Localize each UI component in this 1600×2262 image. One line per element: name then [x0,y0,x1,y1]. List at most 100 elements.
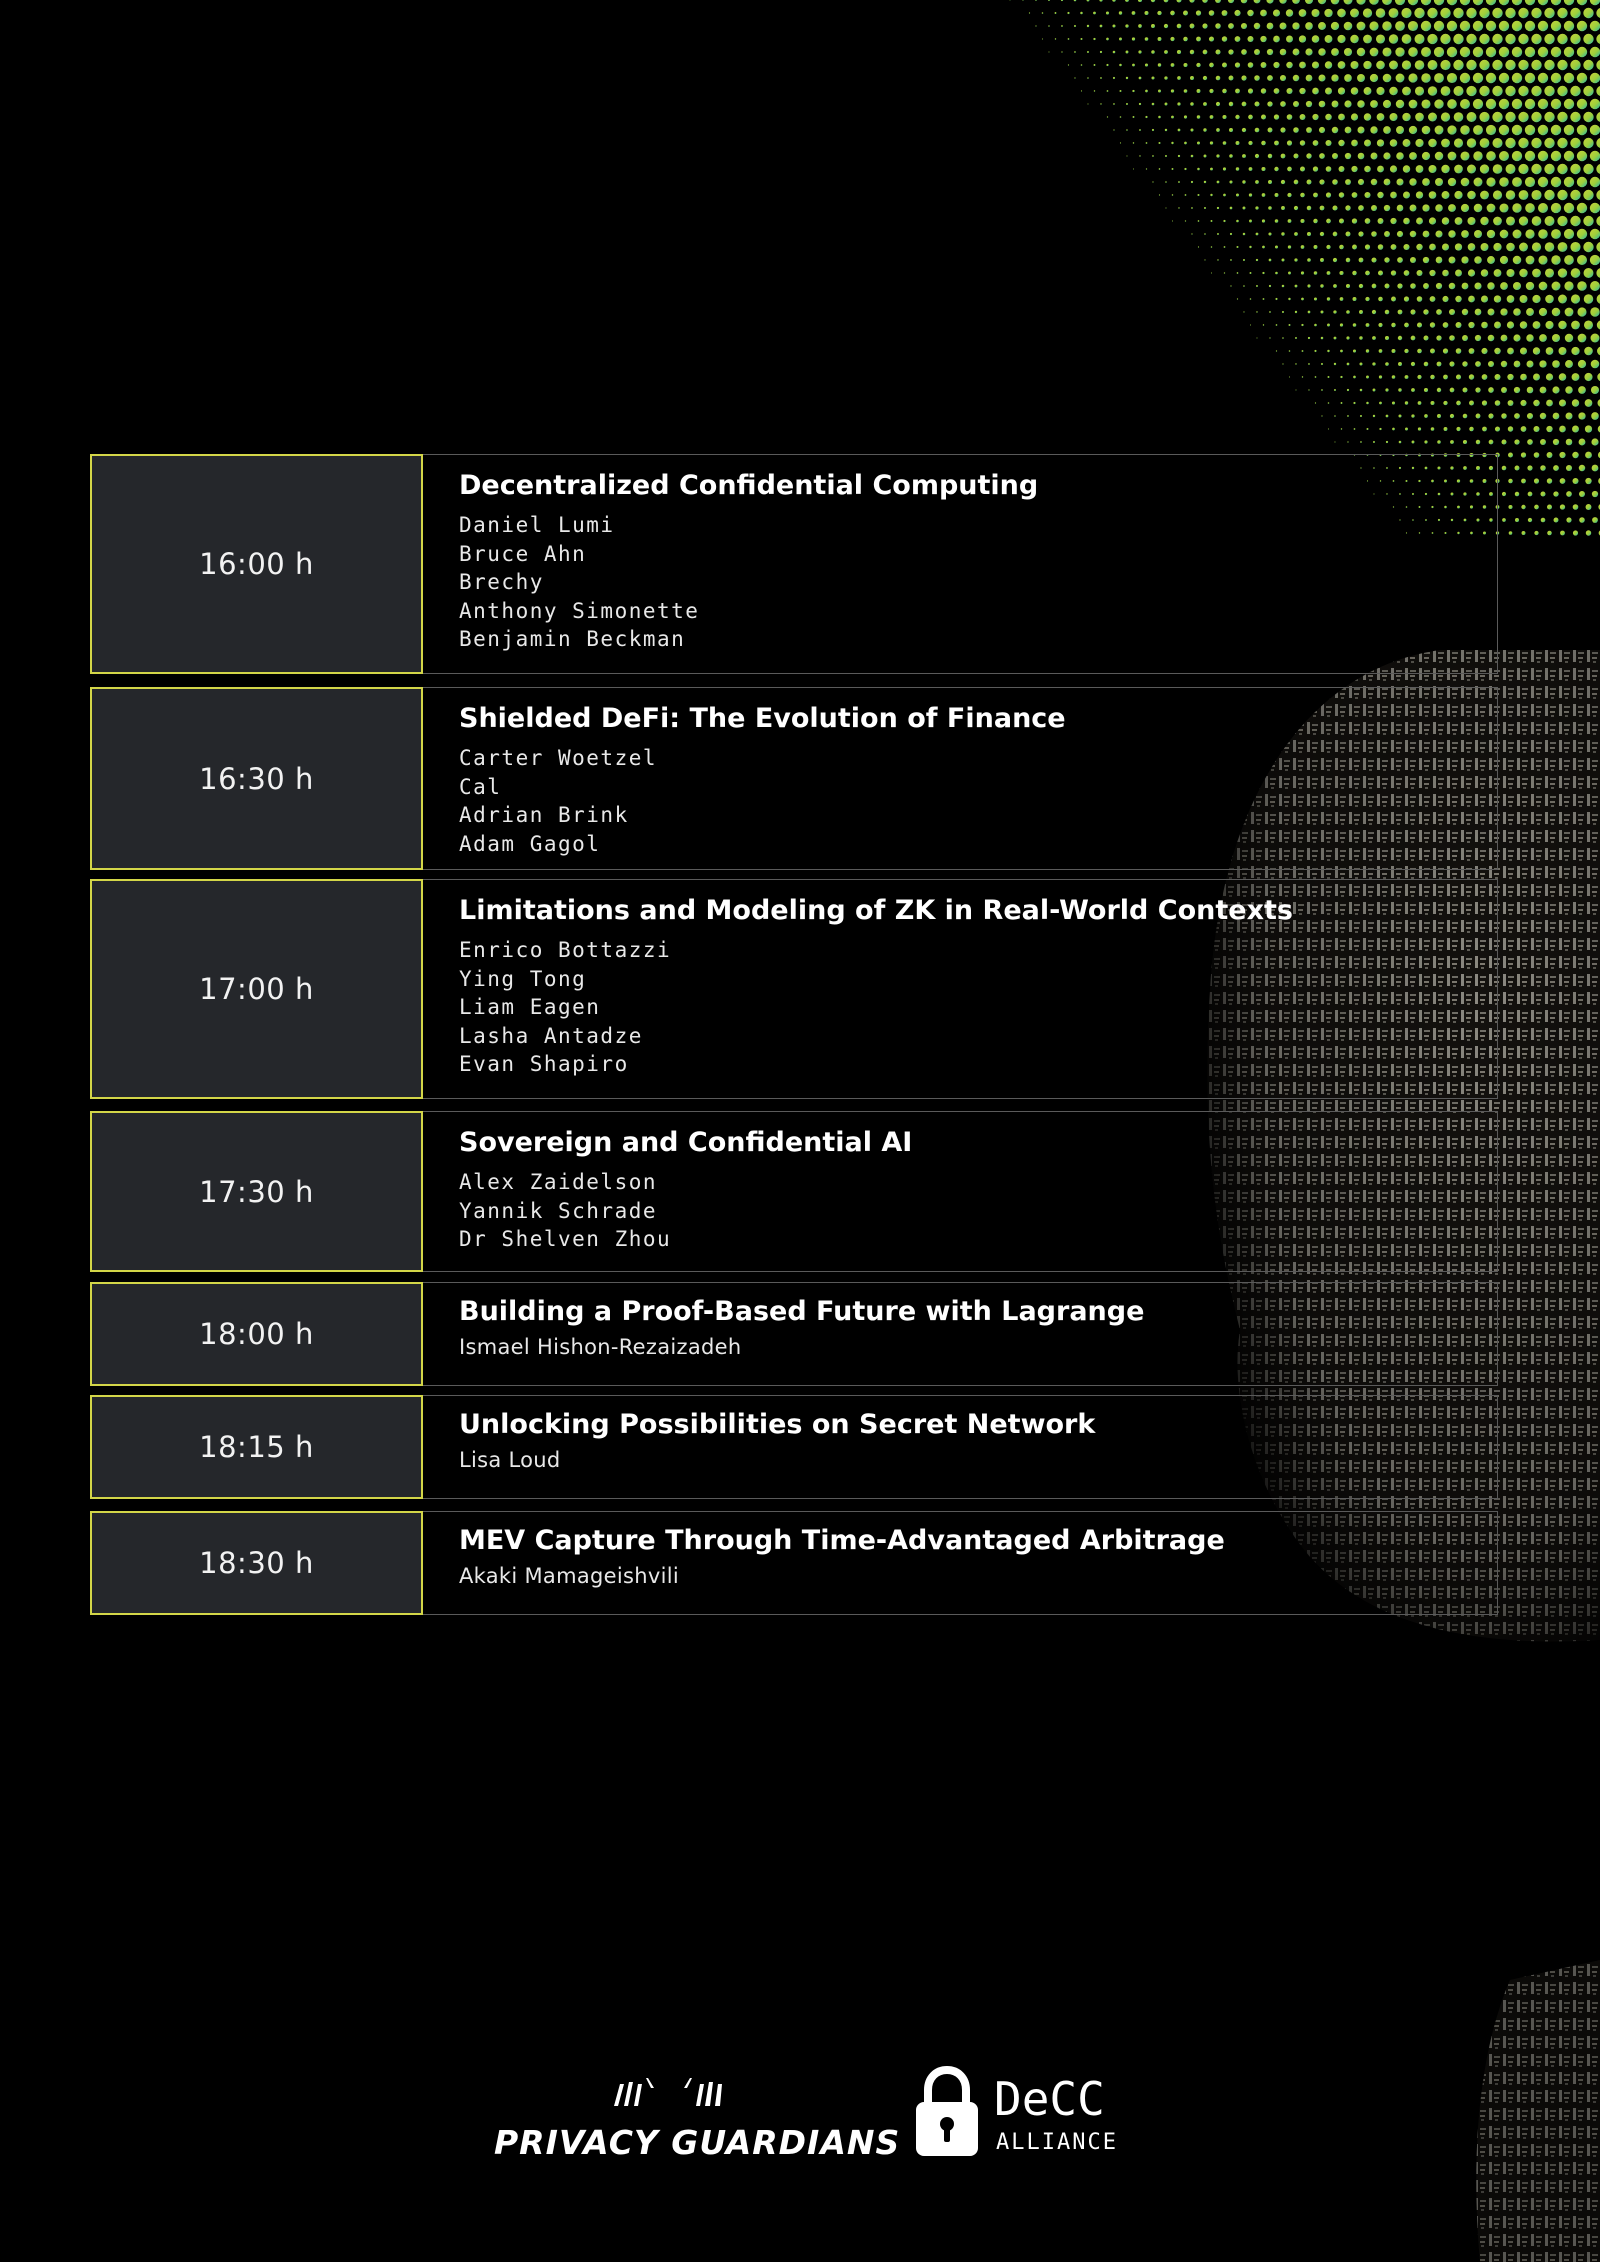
halftone-dot [1334,415,1336,417]
halftone-dot [1531,216,1542,226]
halftone-dot [1479,59,1490,71]
halftone-dot [1158,89,1161,93]
halftone-dot [1436,387,1442,393]
halftone-dot [1209,88,1214,94]
halftone-dot [1339,297,1344,301]
halftone-dot [1459,0,1471,6]
halftone-dot [1553,517,1559,523]
halftone-dot [1576,176,1588,188]
halftone-dot [1236,272,1239,274]
halftone-dot [1436,335,1442,341]
halftone-dot [1307,310,1311,314]
halftone-dot [1416,243,1423,251]
halftone-dot [1526,334,1534,342]
session-info: MEV Capture Through Time-Advantaged Arbi… [423,1511,1498,1615]
halftone-dot [1447,99,1457,109]
halftone-dot [1592,517,1598,523]
halftone-dot [1165,181,1167,183]
halftone-dot [1565,412,1573,420]
halftone-dot [1394,0,1406,6]
halftone-dot [1544,7,1555,19]
halftone-dot [1506,242,1515,252]
halftone-dot [1411,440,1415,444]
halftone-dot [1589,254,1600,266]
halftone-dot [1585,504,1592,510]
halftone-dot [1247,9,1254,17]
halftone-dot [1228,75,1234,81]
halftone-dot [1288,271,1291,275]
halftone-dot [1131,37,1136,41]
halftone-dot [1382,73,1392,83]
halftone-dot [1570,189,1581,201]
halftone-dot [1482,426,1487,432]
halftone-dot [1583,59,1594,71]
halftone-dot [1350,87,1359,95]
halftone-dot [1286,35,1293,43]
halftone-dot [1378,375,1383,379]
halftone-dot [1596,216,1600,226]
halftone-dot [1267,127,1273,133]
session-info: Shielded DeFi: The Evolution of Finance C… [423,687,1498,870]
halftone-dot [1429,269,1436,277]
halftone-dot [1269,311,1271,313]
halftone-dot [1391,322,1396,328]
halftone-dot [1260,88,1267,94]
speaker-list: Lisa Loud [459,1446,1497,1475]
halftone-dot [1352,297,1357,301]
halftone-dot [1511,0,1523,6]
halftone-dot [1093,90,1096,92]
session-time: 18:00 h [90,1282,423,1386]
halftone-dot [1241,75,1247,81]
halftone-dot [1395,47,1405,57]
halftone-dot [1591,464,1599,472]
halftone-dot [1132,89,1135,93]
halftone-dot [1295,363,1297,365]
halftone-dot [1474,334,1482,342]
session-title: Shielded DeFi: The Evolution of Finance [459,703,1066,734]
halftone-dot [1279,0,1287,4]
halftone-dot [1337,87,1346,95]
halftone-dot [1456,426,1461,432]
halftone-dot [1488,413,1494,419]
halftone-dot [1539,386,1547,394]
halftone-dot [1596,138,1600,148]
halftone-dot [1241,101,1247,107]
halftone-dot [1429,322,1436,328]
halftone-dot [1235,193,1240,197]
halftone-dot [1273,114,1280,120]
halftone-dot [1499,151,1509,161]
halftone-dot [1461,256,1469,264]
halftone-dot [1145,142,1148,144]
halftone-dot [1327,349,1330,353]
halftone-dot [1313,245,1318,249]
halftone-dot [1327,375,1330,379]
halftone-dot [1493,295,1502,303]
halftone-dot [1468,374,1475,380]
halftone-dot [1217,259,1219,261]
halftone-dot [1384,283,1390,289]
halftone-dot [1514,465,1520,471]
halftone-dot [1455,322,1462,328]
halftone-dot [1596,268,1600,278]
halftone-dot [1151,24,1155,28]
speaker-name: Anthony Simonette [459,598,700,623]
halftone-dot [1337,61,1346,69]
halftone-dot [1177,154,1181,158]
halftone-dot [1364,218,1371,224]
halftone-dot [1332,205,1338,211]
halftone-dot [1365,323,1370,327]
halftone-dot [1492,137,1503,149]
halftone-dot [1035,0,1037,1]
halftone-dot [1498,124,1510,136]
halftone-dot [1429,296,1436,302]
halftone-dot [1423,387,1429,393]
halftone-dot [1466,85,1477,97]
halftone-dot [1527,465,1533,471]
halftone-dot [1557,59,1568,71]
halftone-dot [1506,321,1515,329]
halftone-dot [1266,0,1274,4]
halftone-dot [1353,375,1356,379]
halftone-dot [1545,373,1554,381]
halftone-dot [1579,491,1585,497]
halftone-dot [1202,0,1208,3]
